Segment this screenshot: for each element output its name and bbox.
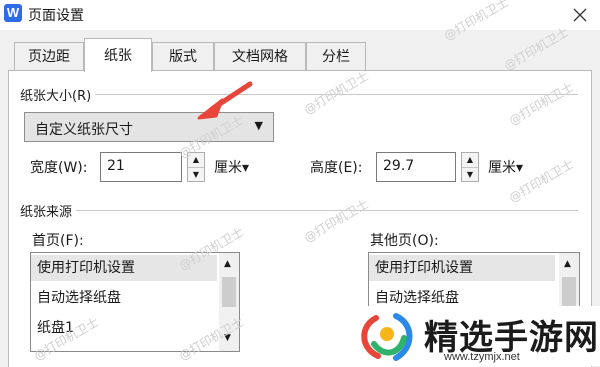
site-brand-overlay: 精选手游网 www.tzymjx.net [352, 306, 600, 366]
tab-paper[interactable]: 纸张 [84, 38, 152, 72]
brand-url: www.tzymjx.net [444, 351, 520, 363]
tab-label: 纸张 [104, 48, 132, 64]
brand-logo-icon [361, 313, 413, 361]
